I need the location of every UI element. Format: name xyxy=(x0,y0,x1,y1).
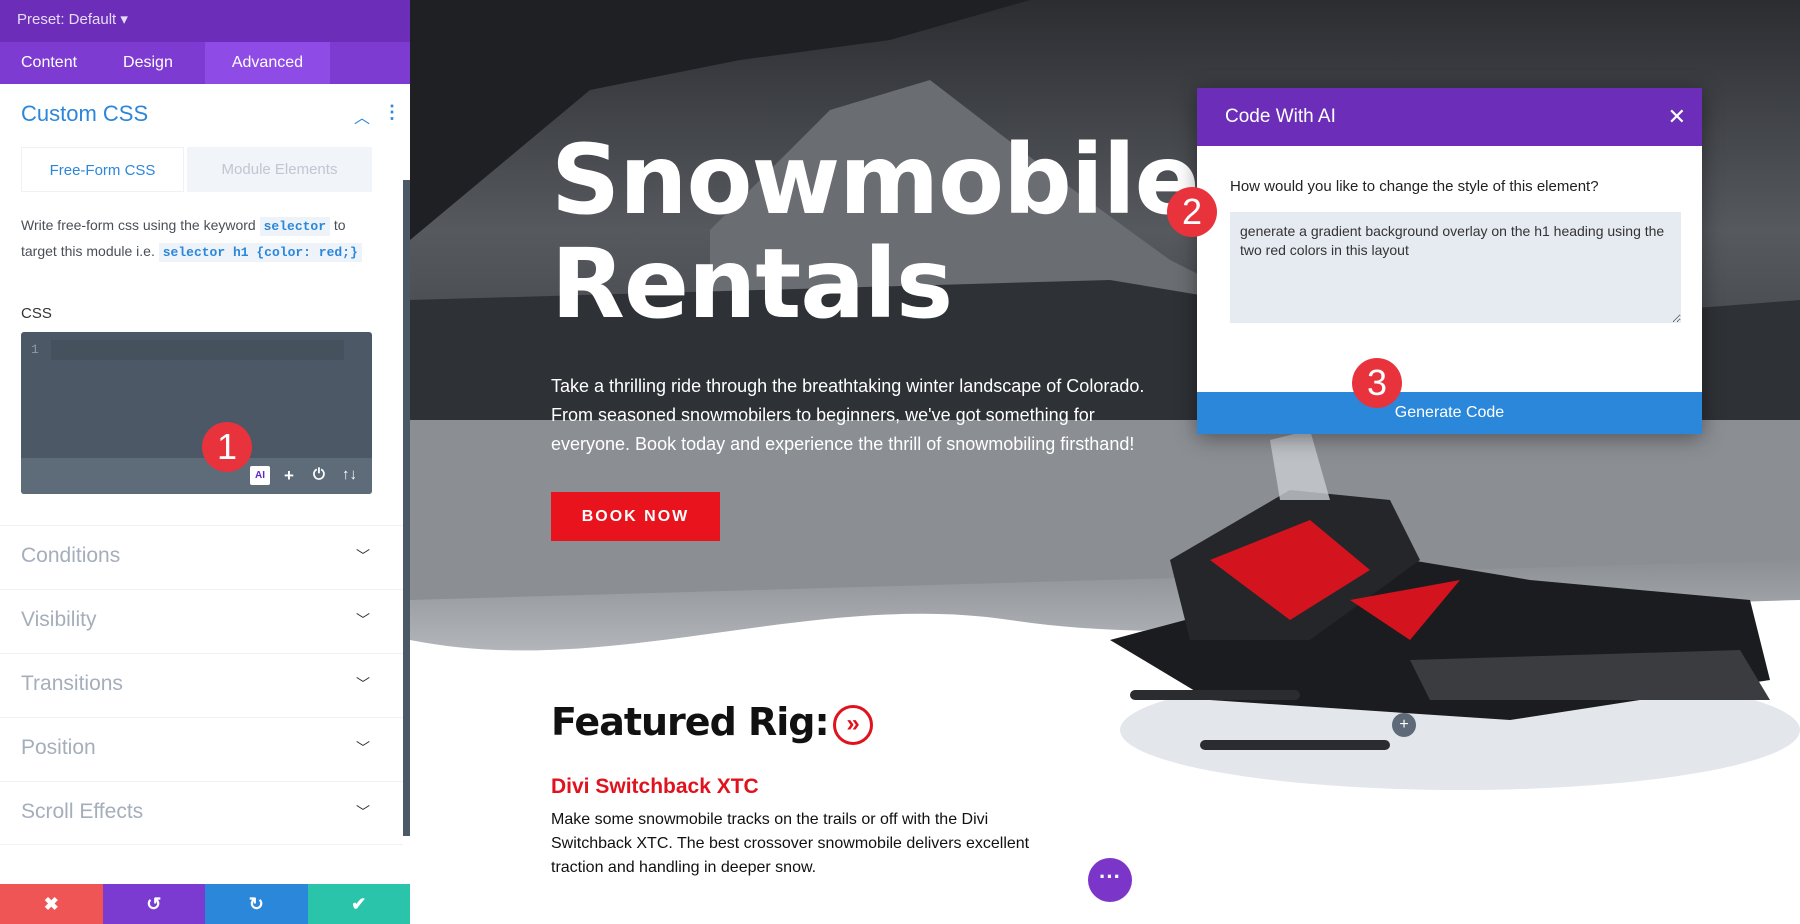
section-conditions[interactable]: Conditions ﹀ xyxy=(0,525,403,589)
code-snippet: selector xyxy=(259,217,331,236)
double-chevron-right-icon[interactable]: » xyxy=(833,705,873,745)
section-label: Position xyxy=(21,736,96,759)
sort-icon[interactable]: ↑↓ xyxy=(342,466,357,483)
subtab-module-elements[interactable]: Module Elements xyxy=(187,147,372,192)
active-line xyxy=(51,340,344,360)
panel-tabs: Content Design Advanced xyxy=(0,42,410,84)
modal-title: Code With AI xyxy=(1225,106,1336,127)
editor-toolbar: AI + ⏻ ↑↓ xyxy=(21,458,372,494)
scrollbar[interactable] xyxy=(403,180,410,836)
book-now-button[interactable]: BOOK NOW xyxy=(551,492,720,541)
line-number: 1 xyxy=(31,342,39,357)
product-description: Make some snowmobile tracks on the trail… xyxy=(551,811,1030,876)
panel-header: Preset: Default ▾ xyxy=(0,0,410,42)
product-title: Divi Switchback XTC xyxy=(551,775,759,798)
step-badge-1: 1 xyxy=(202,422,252,472)
heading-line: Rentals xyxy=(551,228,953,340)
subtab-free-form-css[interactable]: Free-Form CSS xyxy=(21,147,184,192)
code-with-ai-modal: Code With AI ✕ How would you like to chan… xyxy=(1197,88,1702,434)
section-transitions[interactable]: Transitions ﹀ xyxy=(0,653,403,717)
section-label: Scroll Effects xyxy=(21,800,144,823)
more-options-button[interactable]: ··· xyxy=(1088,858,1132,902)
modal-header: Code With AI ✕ xyxy=(1197,88,1702,146)
chevron-up-icon[interactable]: ︿ xyxy=(354,104,370,128)
tab-content[interactable]: Content xyxy=(0,42,98,84)
help-text-part: Write free-form css using the keyword xyxy=(21,217,260,233)
section-visibility[interactable]: Visibility ﹀ xyxy=(0,589,403,653)
more-options-icon[interactable]: ⋮ xyxy=(383,102,401,123)
cancel-button[interactable]: ✖ xyxy=(0,884,103,924)
css-editor[interactable]: 1 AI + ⏻ ↑↓ xyxy=(21,332,372,494)
chevron-down-icon: ﹀ xyxy=(356,676,370,692)
section-label: Transitions xyxy=(21,672,123,695)
section-label: Conditions xyxy=(21,544,121,567)
code-snippet: selector h1 {color: red;} xyxy=(158,243,362,262)
section-scroll-effects[interactable]: Scroll Effects ﹀ xyxy=(0,781,403,845)
prompt-input[interactable] xyxy=(1230,212,1681,323)
section-label: Visibility xyxy=(21,608,97,631)
ai-button[interactable]: AI xyxy=(250,466,270,485)
hero-description: Take a thrilling ride through the breath… xyxy=(551,376,1145,454)
section-position[interactable]: Position ﹀ xyxy=(0,717,403,781)
chevron-down-icon: ﹀ xyxy=(356,612,370,628)
section-title[interactable]: Custom CSS xyxy=(21,101,148,127)
close-icon[interactable]: ✕ xyxy=(1668,88,1686,146)
prompt-label: How would you like to change the style o… xyxy=(1230,178,1599,195)
css-label: CSS xyxy=(21,305,52,322)
generate-code-button[interactable]: Generate Code xyxy=(1197,392,1702,434)
tab-advanced[interactable]: Advanced xyxy=(204,42,331,84)
hero-heading: Snowmobile Rentals xyxy=(551,128,1200,336)
plus-icon[interactable]: + xyxy=(284,466,294,486)
power-icon[interactable]: ⏻ xyxy=(313,466,325,483)
help-text: Write free-form css using the keyword se… xyxy=(21,213,376,265)
step-badge-2: 2 xyxy=(1167,187,1217,237)
preset-dropdown[interactable]: Preset: Default ▾ xyxy=(17,10,128,28)
chevron-down-icon: ﹀ xyxy=(356,804,370,820)
undo-button[interactable]: ↺ xyxy=(102,884,205,924)
chevron-down-icon: ﹀ xyxy=(356,740,370,756)
add-module-icon[interactable]: + xyxy=(1392,713,1416,737)
redo-button[interactable]: ↻ xyxy=(205,884,308,924)
step-badge-3: 3 xyxy=(1352,358,1402,408)
action-bar: ✖ ↺ ↻ ✔ xyxy=(0,884,410,924)
settings-panel: Preset: Default ▾ Content Design Advance… xyxy=(0,0,410,924)
heading-line: Snowmobile xyxy=(551,124,1200,236)
featured-heading: Featured Rig: xyxy=(551,700,830,744)
chevron-down-icon: ﹀ xyxy=(356,548,370,564)
tab-design[interactable]: Design xyxy=(98,42,194,84)
save-button[interactable]: ✔ xyxy=(307,884,410,924)
